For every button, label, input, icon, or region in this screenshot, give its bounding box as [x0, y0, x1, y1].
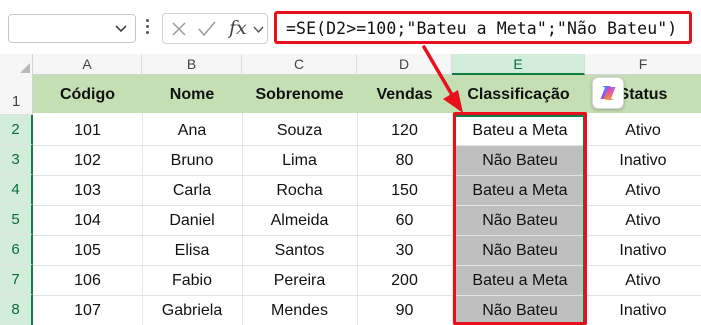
- cell-codigo[interactable]: 105: [33, 235, 142, 265]
- header-nome[interactable]: Nome: [142, 75, 242, 113]
- cell-status[interactable]: Ativo: [585, 205, 701, 235]
- formula-buttons: fx: [162, 13, 268, 44]
- row-header-4[interactable]: 4: [0, 175, 33, 205]
- select-all-corner[interactable]: [0, 54, 33, 75]
- cell-codigo[interactable]: 102: [33, 145, 142, 175]
- copilot-button[interactable]: [592, 77, 624, 109]
- cell-sobrenome[interactable]: Rocha: [242, 175, 357, 205]
- cell-nome[interactable]: Daniel: [142, 205, 242, 235]
- cell-vendas[interactable]: 80: [357, 145, 452, 175]
- column-header-e[interactable]: E: [452, 54, 585, 75]
- row-header-3[interactable]: 3: [0, 145, 33, 175]
- check-icon[interactable]: [197, 20, 217, 38]
- row-header-6[interactable]: 6: [0, 235, 33, 265]
- cell-codigo[interactable]: 101: [33, 115, 142, 145]
- header-vendas[interactable]: Vendas: [357, 75, 452, 113]
- cell-status[interactable]: Inativo: [585, 235, 701, 265]
- copilot-icon: [600, 86, 616, 100]
- column-header-b[interactable]: B: [142, 54, 242, 75]
- cell-sobrenome[interactable]: Mendes: [242, 295, 357, 325]
- cell-status[interactable]: Inativo: [585, 145, 701, 175]
- cell-sobrenome[interactable]: Almeida: [242, 205, 357, 235]
- cell-nome[interactable]: Carla: [142, 175, 242, 205]
- formula-input[interactable]: =SE(D2>=100;"Bateu a Meta";"Não Bateu"): [274, 11, 692, 44]
- row-header-1[interactable]: 1: [0, 75, 33, 115]
- row-header-8[interactable]: 8: [0, 295, 33, 325]
- cell-vendas[interactable]: 120: [357, 115, 452, 145]
- column-header-d[interactable]: D: [357, 54, 452, 75]
- cell-vendas[interactable]: 30: [357, 235, 452, 265]
- chevron-down-icon[interactable]: [114, 21, 128, 35]
- highlight-box: [453, 112, 587, 325]
- header-codigo[interactable]: Código: [33, 75, 142, 113]
- row-header-2[interactable]: 2: [0, 115, 33, 145]
- cell-nome[interactable]: Bruno: [142, 145, 242, 175]
- cell-sobrenome[interactable]: Pereira: [242, 265, 357, 295]
- cell-sobrenome[interactable]: Souza: [242, 115, 357, 145]
- row-header-5[interactable]: 5: [0, 205, 33, 235]
- formula-bar: fx =SE(D2>=100;"Bateu a Meta";"Não Bateu…: [0, 0, 701, 54]
- cell-nome[interactable]: Gabriela: [142, 295, 242, 325]
- corner-triangle-icon: [20, 63, 30, 73]
- x-icon[interactable]: [171, 21, 187, 37]
- insert-function-button[interactable]: fx: [229, 17, 247, 39]
- header-classificacao[interactable]: Classificação: [452, 75, 585, 113]
- column-header-a[interactable]: A: [33, 54, 142, 75]
- cell-codigo[interactable]: 106: [33, 265, 142, 295]
- cell-nome[interactable]: Ana: [142, 115, 242, 145]
- cell-codigo[interactable]: 103: [33, 175, 142, 205]
- column-header-f[interactable]: F: [585, 54, 701, 75]
- cell-status[interactable]: Ativo: [585, 265, 701, 295]
- cell-status[interactable]: Inativo: [585, 295, 701, 325]
- cell-vendas[interactable]: 90: [357, 295, 452, 325]
- cell-vendas[interactable]: 200: [357, 265, 452, 295]
- cell-vendas[interactable]: 150: [357, 175, 452, 205]
- more-options-icon[interactable]: [146, 17, 150, 37]
- cell-status[interactable]: Ativo: [585, 175, 701, 205]
- column-header-c[interactable]: C: [242, 54, 357, 75]
- cell-sobrenome[interactable]: Lima: [242, 145, 357, 175]
- cell-status[interactable]: Ativo: [585, 115, 701, 145]
- cell-nome[interactable]: Elisa: [142, 235, 242, 265]
- cell-nome[interactable]: Fabio: [142, 265, 242, 295]
- cell-codigo[interactable]: 107: [33, 295, 142, 325]
- cell-sobrenome[interactable]: Santos: [242, 235, 357, 265]
- fx-chevron-icon[interactable]: [253, 25, 264, 34]
- name-box[interactable]: [8, 14, 136, 43]
- cell-codigo[interactable]: 104: [33, 205, 142, 235]
- cell-vendas[interactable]: 60: [357, 205, 452, 235]
- header-sobrenome[interactable]: Sobrenome: [242, 75, 357, 113]
- row-header-7[interactable]: 7: [0, 265, 33, 295]
- formula-text[interactable]: =SE(D2>=100;"Bateu a Meta";"Não Bateu"): [286, 19, 677, 38]
